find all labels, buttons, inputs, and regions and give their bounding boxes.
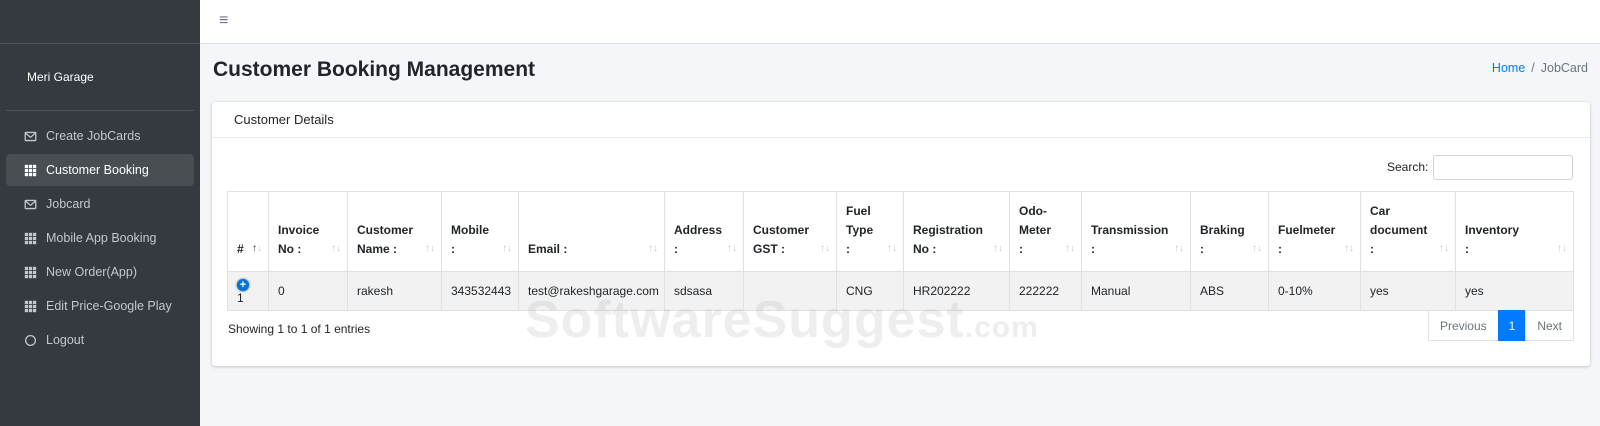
search-input[interactable]: [1433, 155, 1573, 180]
column-header-mobile[interactable]: Mobile: ↑↓: [441, 191, 519, 272]
menu-toggle-icon[interactable]: ≡: [219, 13, 228, 29]
next-page-button[interactable]: Next: [1525, 310, 1574, 341]
sort-icon: ↑↓: [502, 243, 512, 254]
sidebar-item-label: Logout: [46, 333, 85, 347]
table-row[interactable]: +1 0 rakesh 343532443 test@rakeshgarage.…: [227, 271, 1574, 311]
sort-icon: ↑↓: [252, 243, 262, 254]
column-header-braking[interactable]: Braking: ↑↓: [1190, 191, 1269, 272]
table-cell: 222222: [1009, 271, 1082, 311]
table-cell: Manual: [1081, 271, 1191, 311]
sort-icon: ↑↓: [1344, 243, 1354, 254]
breadcrumb-home-link[interactable]: Home: [1492, 61, 1525, 75]
envelope-icon: [23, 129, 38, 144]
column-header-index[interactable]: # ↑↓: [227, 191, 269, 272]
grid-icon: [23, 265, 38, 280]
top-navbar: ≡: [200, 0, 1600, 44]
sidebar-item-label: Edit Price-Google Play: [46, 299, 172, 313]
table-cell: CNG: [836, 271, 904, 311]
column-header-fuelmeter[interactable]: Fuelmeter: ↑↓: [1268, 191, 1361, 272]
sort-icon: ↑↓: [648, 243, 658, 254]
sidebar-item-label: Jobcard: [46, 197, 91, 211]
search-label: Search:: [1387, 160, 1429, 174]
breadcrumb: Home / JobCard: [1492, 61, 1588, 75]
sort-icon: ↑↓: [727, 243, 737, 254]
grid-icon: [23, 299, 38, 314]
page-1-button[interactable]: 1: [1497, 310, 1527, 341]
sidebar-item-label: Create JobCards: [46, 129, 141, 143]
sidebar-item-label: New Order(App): [46, 265, 137, 279]
sort-icon: ↑↓: [993, 243, 1003, 254]
table-cell: 0: [268, 271, 348, 311]
previous-page-button[interactable]: Previous: [1427, 310, 1499, 341]
sort-icon: ↑↓: [1174, 243, 1184, 254]
table-cell: yes: [1360, 271, 1456, 311]
breadcrumb-separator: /: [1531, 61, 1535, 75]
sort-icon: ↑↓: [425, 243, 435, 254]
column-header-email[interactable]: Email : ↑↓: [518, 191, 665, 272]
sort-icon: ↑↓: [1252, 243, 1262, 254]
table-cell: sdsasa: [664, 271, 744, 311]
sidebar-item-new-order[interactable]: New Order(App): [6, 256, 194, 288]
column-header-inventory[interactable]: Inventory: ↑↓: [1455, 191, 1574, 272]
circle-icon: [23, 333, 38, 348]
pagination: Previous 1 Next: [1427, 310, 1574, 341]
table-cell: [743, 271, 837, 311]
sort-icon: ↑↓: [1065, 243, 1075, 254]
sidebar-item-label: Customer Booking: [46, 163, 149, 177]
column-header-customer-name[interactable]: Customer Name : ↑↓: [347, 191, 442, 272]
column-header-fuel-type[interactable]: Fuel Type: ↑↓: [836, 191, 904, 272]
breadcrumb-current: JobCard: [1540, 61, 1588, 75]
page-title: Customer Booking Management: [213, 58, 536, 81]
column-header-odometer[interactable]: Odo- Meter: ↑↓: [1009, 191, 1082, 272]
grid-icon: [23, 231, 38, 246]
sidebar-item-mobile-app-booking[interactable]: Mobile App Booking: [6, 222, 194, 254]
table-cell: test@rakeshgarage.com: [518, 271, 665, 311]
column-header-customer-gst[interactable]: Customer GST : ↑↓: [743, 191, 837, 272]
sidebar-item-jobcard[interactable]: Jobcard: [6, 188, 194, 220]
sort-icon: ↑↓: [1557, 243, 1567, 254]
sidebar-item-create-jobcards[interactable]: Create JobCards: [6, 120, 194, 152]
sidebar-top-band: [0, 0, 200, 44]
sidebar-divider: [6, 110, 194, 111]
column-header-transmission[interactable]: Transmission: ↑↓: [1081, 191, 1191, 272]
envelope-icon: [23, 197, 38, 212]
column-header-address[interactable]: Address: ↑↓: [664, 191, 744, 272]
sort-icon: ↑↓: [331, 243, 341, 254]
table-cell: 343532443: [441, 271, 519, 311]
customer-details-card: Customer Details Search: # ↑↓ Invoice No :…: [212, 102, 1590, 366]
expand-row-icon[interactable]: +: [237, 279, 249, 291]
table-cell: +1: [227, 271, 269, 311]
table-cell: rakesh: [347, 271, 442, 311]
table-cell: ABS: [1190, 271, 1269, 311]
brand-name[interactable]: Meri Garage: [0, 44, 200, 110]
bookings-table: # ↑↓ Invoice No : ↑↓ Customer Name : ↑↓ Mobil…: [227, 191, 1574, 311]
sort-icon: ↑↓: [1439, 243, 1449, 254]
sort-icon: ↑↓: [887, 243, 897, 254]
table-info: Showing 1 to 1 of 1 entries: [228, 322, 371, 336]
column-header-car-document[interactable]: Car document: ↑↓: [1360, 191, 1456, 272]
sidebar-item-customer-booking[interactable]: Customer Booking: [6, 154, 194, 186]
column-header-registration-no[interactable]: Registration No : ↑↓: [903, 191, 1010, 272]
sort-icon: ↑↓: [820, 243, 830, 254]
table-header-row: # ↑↓ Invoice No : ↑↓ Customer Name : ↑↓ Mobil…: [227, 191, 1574, 272]
table-cell: yes: [1455, 271, 1574, 311]
sidebar-item-label: Mobile App Booking: [46, 231, 157, 245]
card-header: Customer Details: [212, 102, 1590, 138]
table-cell: HR202222: [903, 271, 1010, 311]
grid-icon: [23, 163, 38, 178]
table-cell: 0-10%: [1268, 271, 1361, 311]
sidebar-item-edit-price[interactable]: Edit Price-Google Play: [6, 290, 194, 322]
column-header-invoice-no[interactable]: Invoice No : ↑↓: [268, 191, 348, 272]
sidebar: Meri Garage Create JobCards Customer Boo…: [0, 0, 200, 426]
sidebar-item-logout[interactable]: Logout: [6, 324, 194, 356]
